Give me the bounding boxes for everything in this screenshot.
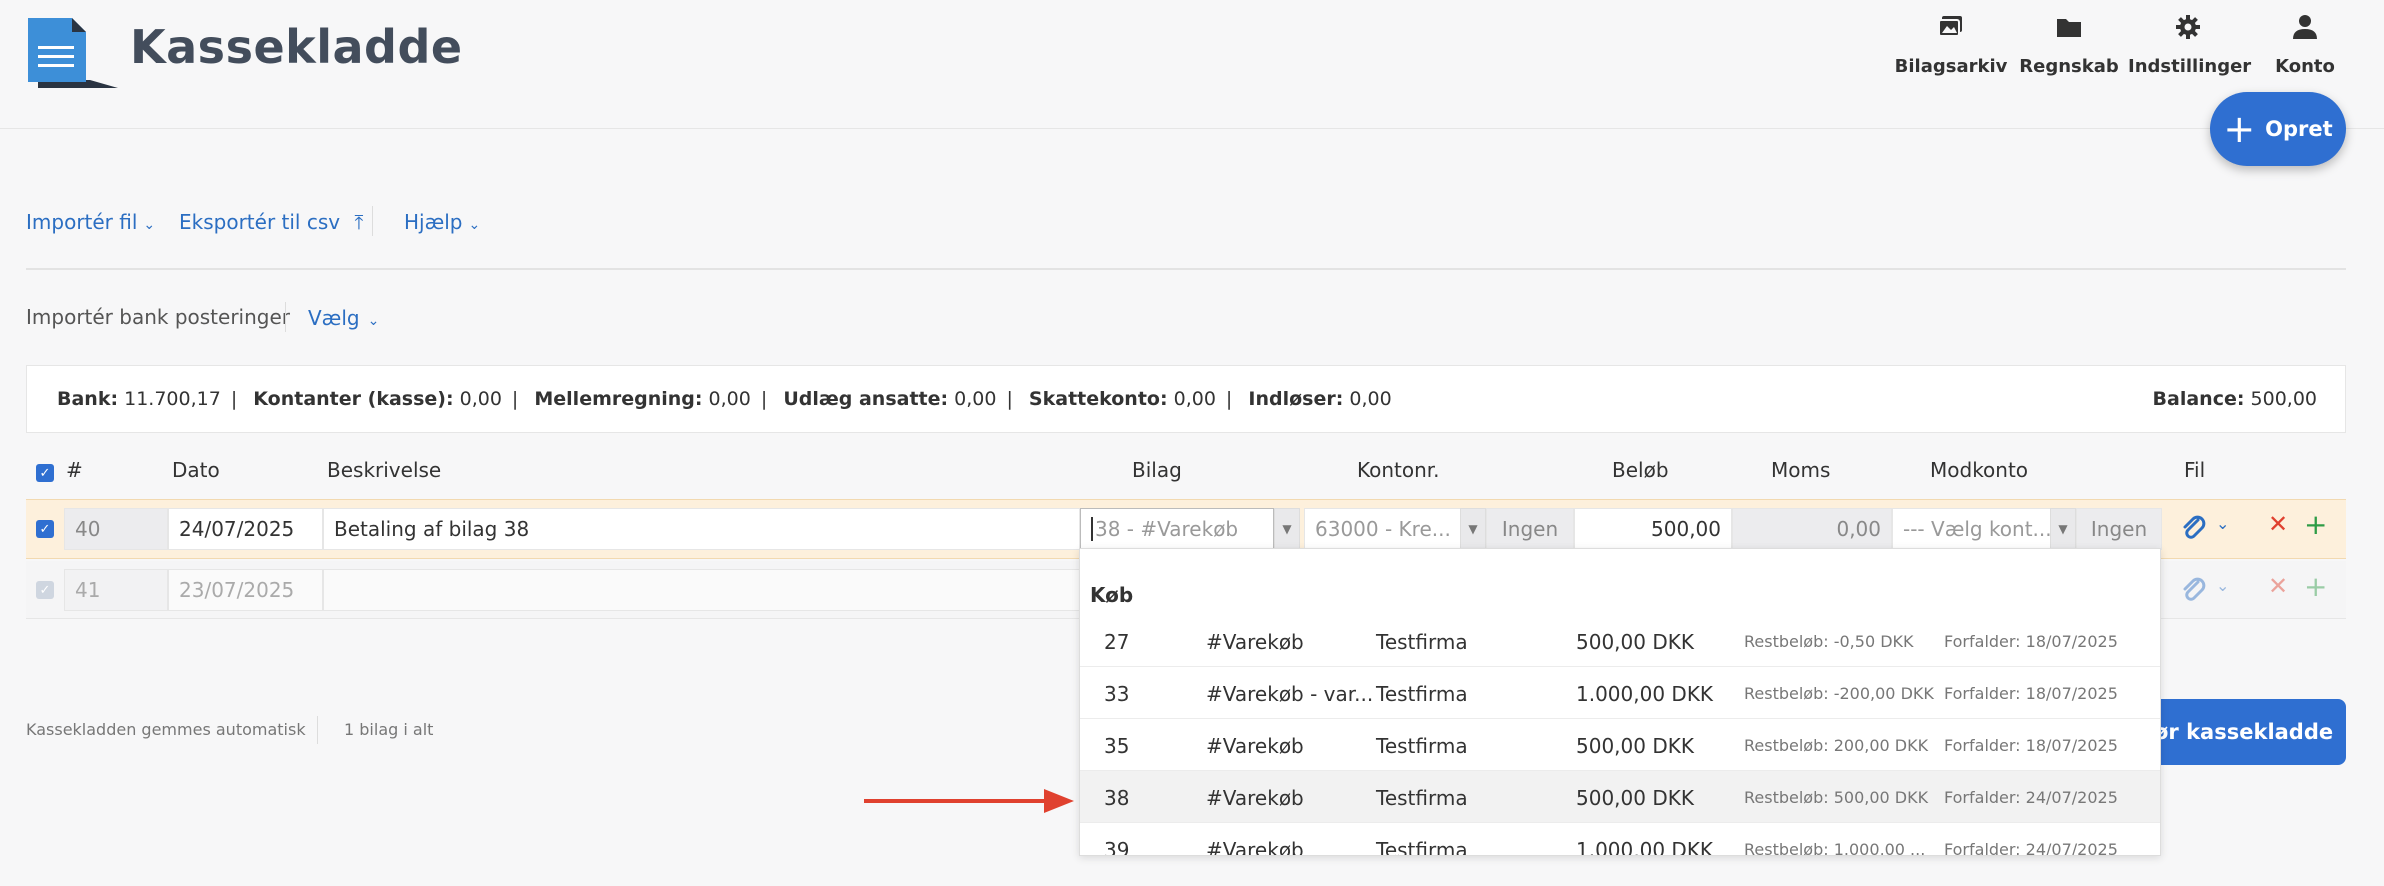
plus-icon: + [2223, 107, 2256, 151]
dropdown-group-label: Køb [1090, 583, 1134, 607]
images-icon [1938, 16, 1962, 37]
bank-import-select[interactable]: Vælg ⌄ [308, 306, 379, 330]
document-logo-icon [28, 18, 118, 88]
nav-regnskab[interactable]: Regnskab [2009, 12, 2129, 77]
modkonto-vat-select[interactable]: Ingen [2076, 508, 2162, 550]
dropdown-option[interactable]: 27 #Varekøb Testfirma 500,00 DKK Restbel… [1080, 615, 2160, 667]
date-input[interactable]: 23/07/2025 [168, 569, 323, 611]
app-title: Kassekladde [130, 20, 463, 74]
row-checkbox[interactable]: ✓ [36, 520, 54, 538]
modkonto-dropdown-toggle[interactable]: ▼ [2050, 508, 2076, 550]
konto-dropdown-toggle[interactable]: ▼ [1460, 508, 1486, 550]
nav-label: Regnskab [2019, 56, 2119, 77]
row-number: 41 [64, 569, 168, 611]
row-checkbox[interactable]: ✓ [36, 581, 54, 599]
dropdown-option[interactable]: 33 #Varekøb - var... Testfirma 1.000,00 … [1080, 667, 2160, 719]
description-input[interactable]: Betaling af bilag 38 [323, 508, 1080, 550]
dropdown-option-highlighted[interactable]: 38 #Varekøb Testfirma 500,00 DKK Restbel… [1080, 771, 2160, 823]
delete-row-icon[interactable]: ✕ [2268, 510, 2288, 538]
col-header-konto: Kontonr. [1357, 458, 1440, 482]
col-header-moms: Moms [1771, 458, 1831, 482]
nav-bilagsarkiv[interactable]: Bilagsarkiv [1891, 12, 2011, 77]
footer-separator [317, 716, 318, 744]
help-label: Hjælp [404, 210, 463, 234]
date-input[interactable]: 24/07/2025 [168, 508, 323, 550]
amount-input[interactable]: 500,00 [1574, 508, 1732, 550]
folder-icon [2057, 19, 2081, 37]
balance-total: Balance: 500,00 [2152, 388, 2317, 410]
row-number: 40 [64, 508, 168, 550]
modkonto-select[interactable]: --- Vælg kont... [1892, 508, 2056, 550]
upload-arrow-icon: ⤒ [354, 210, 364, 234]
save-label: ør kassekladde [2154, 720, 2334, 744]
vat-amount: 0,00 [1732, 508, 1892, 550]
dropdown-option[interactable]: 35 #Varekøb Testfirma 500,00 DKK Restbel… [1080, 719, 2160, 771]
konto-vat-select[interactable]: Ingen [1486, 508, 1574, 550]
chevron-down-icon[interactable]: ⌄ [2216, 576, 2229, 595]
bilag-dropdown: Køb 27 #Varekøb Testfirma 500,00 DKK Res… [1079, 548, 2161, 856]
help-menu[interactable]: Hjælp ⌄ [404, 210, 480, 234]
paperclip-icon[interactable] [2180, 512, 2206, 548]
chevron-down-icon[interactable]: ⌄ [2216, 514, 2229, 533]
annotation-arrow-icon [864, 789, 1074, 813]
toolbar-divider [26, 268, 2346, 270]
chevron-down-icon: ⌄ [468, 217, 481, 233]
col-header-modkonto: Modkonto [1930, 458, 2029, 482]
col-header-fil: Fil [2184, 458, 2206, 482]
bank-select-label: Vælg [308, 306, 360, 330]
export-csv-button[interactable]: Eksportér til csv ⤒ [179, 210, 363, 234]
add-row-icon[interactable]: + [2304, 508, 2327, 541]
col-header-belob: Beløb [1612, 458, 1669, 482]
bilag-input[interactable]: 38 - #Varekøb [1080, 508, 1274, 550]
col-header-bilag: Bilag [1132, 458, 1182, 482]
user-icon [2293, 15, 2317, 39]
nav-label: Bilagsarkiv [1894, 56, 2008, 77]
chevron-down-icon: ⌄ [143, 217, 156, 233]
bilag-count: 1 bilag i alt [344, 720, 434, 739]
nav-label: Konto [2275, 56, 2335, 77]
nav-label: Indstillinger [2128, 56, 2252, 77]
konto-select[interactable]: 63000 - Kre... [1304, 508, 1462, 550]
export-csv-label: Eksportér til csv [179, 210, 341, 234]
account-summary: Bank: 11.700,17 | Kontanter (kasse): 0,00… [26, 365, 2346, 433]
bank-import-label: Importér bank posteringer [26, 305, 291, 329]
nav-indstillinger[interactable]: Indstillinger [2128, 12, 2252, 77]
create-label: Opret [2265, 117, 2333, 141]
import-file-menu[interactable]: Importér fil ⌄ [26, 210, 155, 234]
paperclip-icon[interactable] [2180, 574, 2206, 610]
dropdown-option[interactable]: 39 #Varekøb Testfirma 1.000,00 DKK Restb… [1080, 823, 2160, 855]
gear-icon [2176, 15, 2200, 39]
description-input[interactable] [323, 569, 1080, 611]
col-header-desc: Beskrivelse [327, 458, 442, 482]
chevron-down-icon: ⌄ [367, 313, 380, 329]
summary-balances: Bank: 11.700,17 | Kontanter (kasse): 0,00… [57, 388, 1392, 410]
nav-konto[interactable]: Konto [2245, 12, 2365, 77]
bilag-placeholder: 38 - #Varekøb [1095, 517, 1239, 541]
select-all-checkbox[interactable]: ✓ [36, 464, 54, 482]
bank-separator [285, 302, 286, 332]
delete-row-icon[interactable]: ✕ [2268, 572, 2288, 600]
autosave-note: Kassekladden gemmes automatisk [26, 720, 306, 739]
col-header-num: # [66, 458, 83, 482]
toolbar-separator [372, 206, 373, 236]
col-header-date: Dato [172, 458, 220, 482]
text-cursor [1091, 517, 1093, 541]
import-file-label: Importér fil [26, 210, 138, 234]
create-button[interactable]: + Opret [2210, 92, 2346, 166]
bilag-dropdown-toggle[interactable]: ▼ [1274, 508, 1300, 550]
add-row-icon[interactable]: + [2304, 570, 2327, 603]
